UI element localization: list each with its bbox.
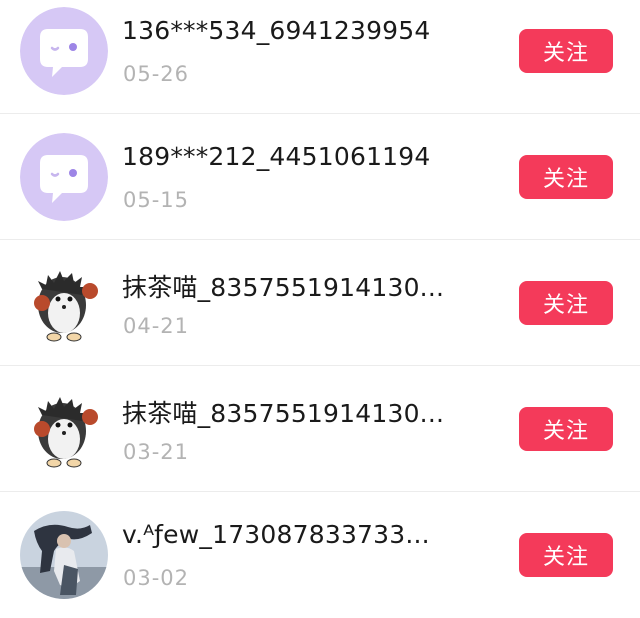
photo-avatar [20, 511, 108, 599]
avatar[interactable] [20, 385, 108, 473]
avatar[interactable] [20, 7, 108, 95]
follower-list: 136***534_6941239954 05-26 关注 189***212_… [0, 0, 640, 612]
chat-bubble-icon [20, 133, 108, 221]
follow-button[interactable]: 关注 [519, 155, 613, 199]
follow-date: 05-15 [123, 188, 190, 212]
follow-date: 03-21 [123, 440, 190, 464]
follow-button[interactable]: 关注 [519, 281, 613, 325]
follow-date: 03-02 [123, 566, 190, 590]
list-item[interactable]: 抹茶喵_8357551914130... 04-21 关注 [0, 240, 640, 366]
list-item[interactable]: v.ᴬƒew_173087833733... 03-02 关注 [0, 492, 640, 618]
user-name: 189***212_4451061194 [122, 142, 431, 171]
avatar[interactable] [20, 511, 108, 599]
hedgehog-boxer-icon [20, 259, 108, 347]
follow-button[interactable]: 关注 [519, 29, 613, 73]
list-item[interactable]: 189***212_4451061194 05-15 关注 [0, 114, 640, 240]
hedgehog-boxer-icon [20, 385, 108, 473]
follow-date: 04-21 [123, 314, 190, 338]
avatar[interactable] [20, 133, 108, 221]
user-name: 136***534_6941239954 [122, 16, 431, 45]
user-name: 抹茶喵_8357551914130... [122, 399, 445, 428]
avatar[interactable] [20, 259, 108, 347]
chat-bubble-icon [20, 7, 108, 95]
list-item[interactable]: 136***534_6941239954 05-26 关注 [0, 0, 640, 114]
follow-date: 05-26 [123, 62, 190, 86]
follow-button[interactable]: 关注 [519, 407, 613, 451]
list-item[interactable]: 抹茶喵_8357551914130... 03-21 关注 [0, 366, 640, 492]
user-name: v.ᴬƒew_173087833733... [122, 520, 430, 549]
user-name: 抹茶喵_8357551914130... [122, 273, 445, 302]
follow-button[interactable]: 关注 [519, 533, 613, 577]
